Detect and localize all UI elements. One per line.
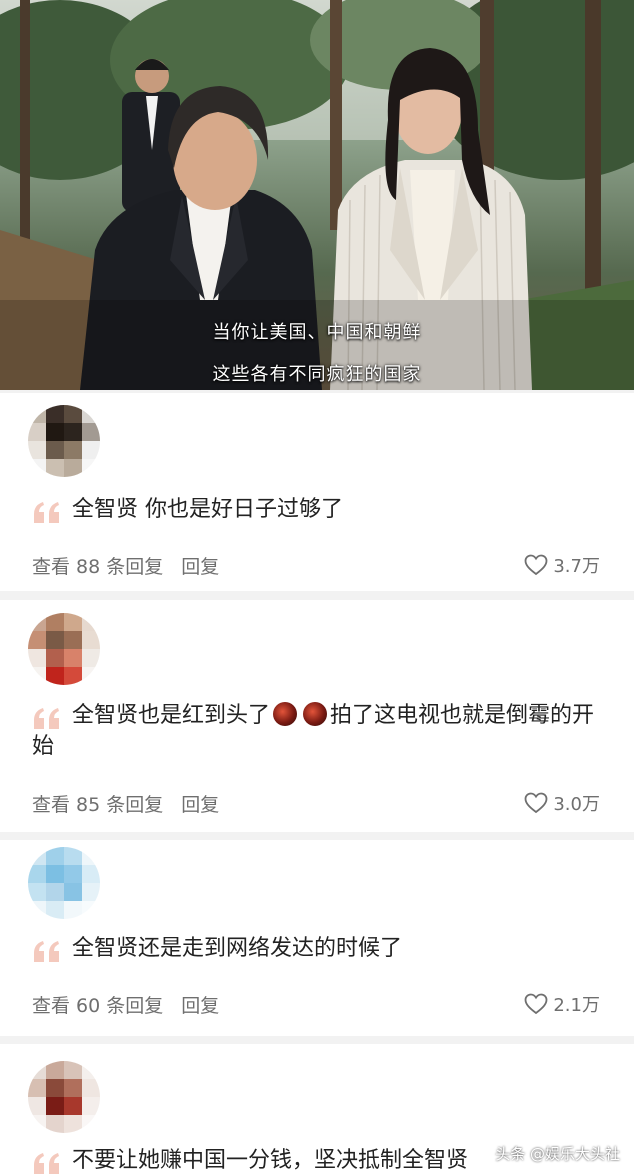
comment-text: 全智贤还是走到网络发达的时候了 (72, 936, 403, 961)
watermark: 头条 @娱乐大头社 (495, 1145, 620, 1163)
comment-text: 全智贤 你也是好日子过够了 (72, 497, 343, 522)
heart-icon (524, 993, 548, 1015)
comment-card-2: 全智贤也是红到头了 拍了这电视也就是倒霉的开始 查看 85 条回复 回复 3.0万 (0, 600, 634, 832)
avatar[interactable] (28, 1061, 100, 1133)
like-button[interactable]: 2.1万 (524, 991, 600, 1017)
comment-text-part-1: 全智贤也是红到头了 (72, 703, 271, 728)
like-count: 2.1万 (553, 995, 600, 1016)
subtitle-line-1: 当你让美国、中国和朝鲜 (212, 322, 422, 343)
like-button[interactable]: 3.0万 (524, 790, 600, 816)
comment-meta: 查看 85 条回复 回复 (32, 790, 219, 817)
comment-meta: 查看 60 条回复 回复 (32, 991, 219, 1018)
reply-button[interactable]: 回复 (181, 794, 219, 816)
avatar[interactable] (28, 613, 100, 685)
page: 当你让美国、中国和朝鲜 这些各有不同疯狂的国家 全智贤 你也是好日子过够了 查看… (0, 0, 634, 1176)
bomb-emoji-icon (273, 702, 298, 726)
reply-button[interactable]: 回复 (181, 995, 219, 1017)
reply-button[interactable]: 回复 (181, 556, 219, 578)
view-replies-link[interactable]: 查看 88 条回复 (32, 556, 163, 578)
like-button[interactable]: 3.7万 (524, 552, 600, 578)
avatar[interactable] (28, 405, 100, 477)
like-count: 3.7万 (553, 556, 600, 577)
subtitle-line-2: 这些各有不同疯狂的国家 (212, 364, 422, 385)
video-still[interactable]: 当你让美国、中国和朝鲜 这些各有不同疯狂的国家 (0, 0, 634, 390)
comment-meta: 查看 88 条回复 回复 (32, 552, 219, 579)
view-replies-link[interactable]: 查看 85 条回复 (32, 794, 163, 816)
bomb-emoji-icon (303, 702, 328, 726)
comment-card-3: 全智贤还是走到网络发达的时候了 查看 60 条回复 回复 2.1万 (0, 840, 634, 1036)
comment-text: 全智贤也是红到头了 拍了这电视也就是倒霉的开始 (32, 700, 598, 762)
avatar[interactable] (28, 847, 100, 919)
heart-icon (524, 554, 548, 576)
view-replies-link[interactable]: 查看 60 条回复 (32, 995, 163, 1017)
heart-icon (524, 792, 548, 814)
like-count: 3.0万 (553, 794, 600, 815)
comment-card-1: 全智贤 你也是好日子过够了 查看 88 条回复 回复 3.7万 (0, 393, 634, 591)
